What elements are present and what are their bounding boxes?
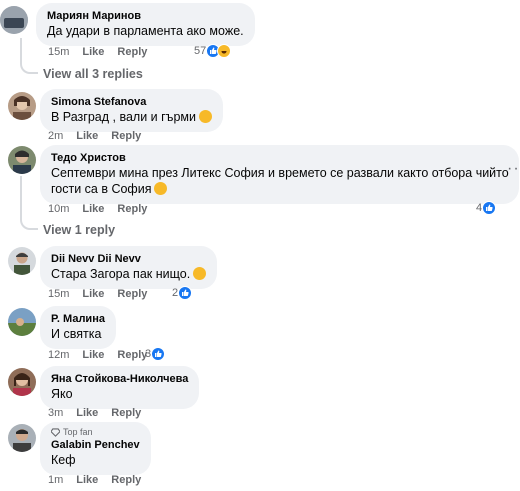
comment-time[interactable]: 10m [48,203,69,215]
comment-actions: 15m Like Reply [48,46,147,58]
avatar[interactable] [8,146,36,174]
reply-button[interactable]: Reply [117,288,147,300]
comment-author[interactable]: Galabin Penchev [51,438,140,452]
avatar[interactable] [8,368,36,396]
comment-author[interactable]: P. Малина [51,312,105,326]
comment-text-line-1: Септември мина през Литекс София и време… [51,166,509,180]
comment-bubble: Dii Nevv Dii Nevv Стара Загора пак нищо. [40,246,218,289]
like-button[interactable]: Like [76,474,98,486]
comment-bubble: Тедо Христов Септември мина през Литекс … [40,145,519,204]
reply-button[interactable]: Reply [111,130,141,142]
reply-button[interactable]: Reply [117,349,147,361]
view-replies-link[interactable]: View 1 reply [43,223,115,237]
comment-actions: 10m Like Reply [48,203,147,215]
avatar[interactable] [8,308,36,336]
comment-bubble: Simona Stefanova В Разград , вали и гърм… [40,89,224,132]
reaction-summary[interactable]: 2 [172,286,193,300]
comment-bubble: Яна Стойкова-Николчева Яко [40,366,200,409]
comment-author[interactable]: Тедо Христов [51,151,509,165]
comment-text: И святка [51,327,102,341]
smirk-emoji-icon [193,267,207,280]
avatar[interactable] [8,424,36,452]
reply-button[interactable]: Reply [111,474,141,486]
reaction-summary[interactable]: 3 [145,347,166,361]
reaction-summary[interactable]: 4 [476,201,497,215]
comment-bubble: P. Малина И святка [40,306,116,349]
avatar[interactable] [8,247,36,275]
thumbs-up-icon [151,347,166,361]
like-button[interactable]: Like [82,288,104,300]
avatar[interactable] [0,6,28,34]
like-button[interactable]: Like [76,407,98,419]
like-button[interactable]: Like [82,46,104,58]
laughing-emoji-icon [154,182,168,195]
comment-text: Яко [51,387,73,401]
more-options-icon[interactable]: ··· [507,160,520,178]
comment-time[interactable]: 1m [48,474,63,486]
comment-actions: 3m Like Reply [48,407,141,419]
like-button[interactable]: Like [82,203,104,215]
top-fan-label: Top fan [63,427,93,437]
reaction-summary[interactable]: 57 [194,44,232,58]
comment-time[interactable]: 2m [48,130,63,142]
comment-author[interactable]: Dii Nevv Dii Nevv [51,252,206,266]
comment-actions: 2m Like Reply [48,130,141,142]
comment-text: В Разград , вали и гърми [51,109,213,125]
comment-time[interactable]: 15m [48,46,69,58]
thread-line [20,176,38,230]
comment-actions: 12m Like Reply [48,349,147,361]
reply-button[interactable]: Reply [117,46,147,58]
diamond-icon [51,428,60,437]
like-button[interactable]: Like [76,130,98,142]
avatar[interactable] [8,92,36,120]
reaction-count: 57 [194,45,207,57]
haha-emoji-icon [217,44,232,58]
comment-time[interactable]: 3m [48,407,63,419]
comment-author[interactable]: Яна Стойкова-Николчева [51,372,188,386]
like-button[interactable]: Like [82,349,104,361]
comment-time[interactable]: 15m [48,288,69,300]
comment-bubble: Top fan Galabin Penchev Кеф [40,422,151,475]
comment-time[interactable]: 12m [48,349,69,361]
comment-text: Стара Загора пак нищо. [51,266,207,282]
comment-actions: 15m Like Reply [48,288,147,300]
comment-text: Кеф [51,453,76,467]
comment-actions: 1m Like Reply [48,474,141,486]
reply-button[interactable]: Reply [111,407,141,419]
comment-text-line-2: гости са в София [51,181,509,197]
top-fan-badge[interactable]: Top fan [51,427,140,438]
comment-author[interactable]: Simona Stefanova [51,95,212,109]
thumbs-up-icon [178,286,193,300]
reply-button[interactable]: Reply [117,203,147,215]
thread-line [20,38,38,74]
comment-text: Да удари в парламента ако може. [47,24,244,38]
comment-bubble: Мариян Маринов Да удари в парламента ако… [36,3,255,46]
thumbs-up-icon [482,201,497,215]
comment-author[interactable]: Мариян Маринов [47,9,244,23]
view-replies-link[interactable]: View all 3 replies [43,67,143,81]
relieved-emoji-icon [199,110,213,123]
